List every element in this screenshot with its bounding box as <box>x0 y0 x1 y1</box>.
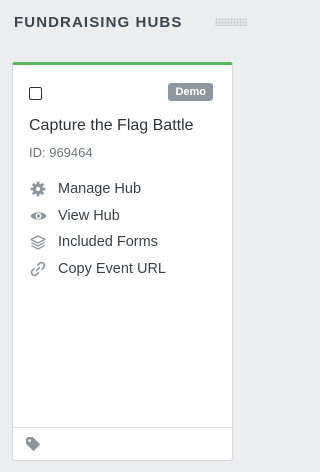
manage-hub-link[interactable]: Manage Hub <box>29 176 166 203</box>
link-icon <box>29 260 47 278</box>
layers-icon <box>29 233 47 251</box>
copy-event-url-link[interactable]: Copy Event URL <box>29 256 166 283</box>
hub-title: Capture the Flag Battle <box>29 117 194 134</box>
section-title: FUNDRAISING HUBS <box>14 13 183 31</box>
hub-actions-list: Manage Hub View Hub Included Forms Copy … <box>29 176 166 282</box>
view-hub-label: View Hub <box>58 207 120 224</box>
hub-card: Demo Capture the Flag Battle ID: 969464 <box>12 62 233 461</box>
tag-icon[interactable] <box>25 436 41 452</box>
select-hub-checkbox[interactable] <box>29 87 42 100</box>
included-forms-label: Included Forms <box>58 234 158 251</box>
manage-hub-label: Manage Hub <box>58 181 142 198</box>
demo-badge: Demo <box>168 83 213 101</box>
hub-id: ID: 969464 <box>29 145 93 160</box>
section-header: FUNDRAISING HUBS <box>14 11 247 33</box>
gear-icon <box>29 180 47 198</box>
view-hub-link[interactable]: View Hub <box>29 203 166 230</box>
copy-event-url-label: Copy Event URL <box>58 260 166 277</box>
included-forms-link[interactable]: Included Forms <box>29 229 166 256</box>
drag-handle-dots[interactable] <box>215 18 247 26</box>
eye-icon <box>29 207 47 225</box>
card-footer <box>13 427 232 460</box>
